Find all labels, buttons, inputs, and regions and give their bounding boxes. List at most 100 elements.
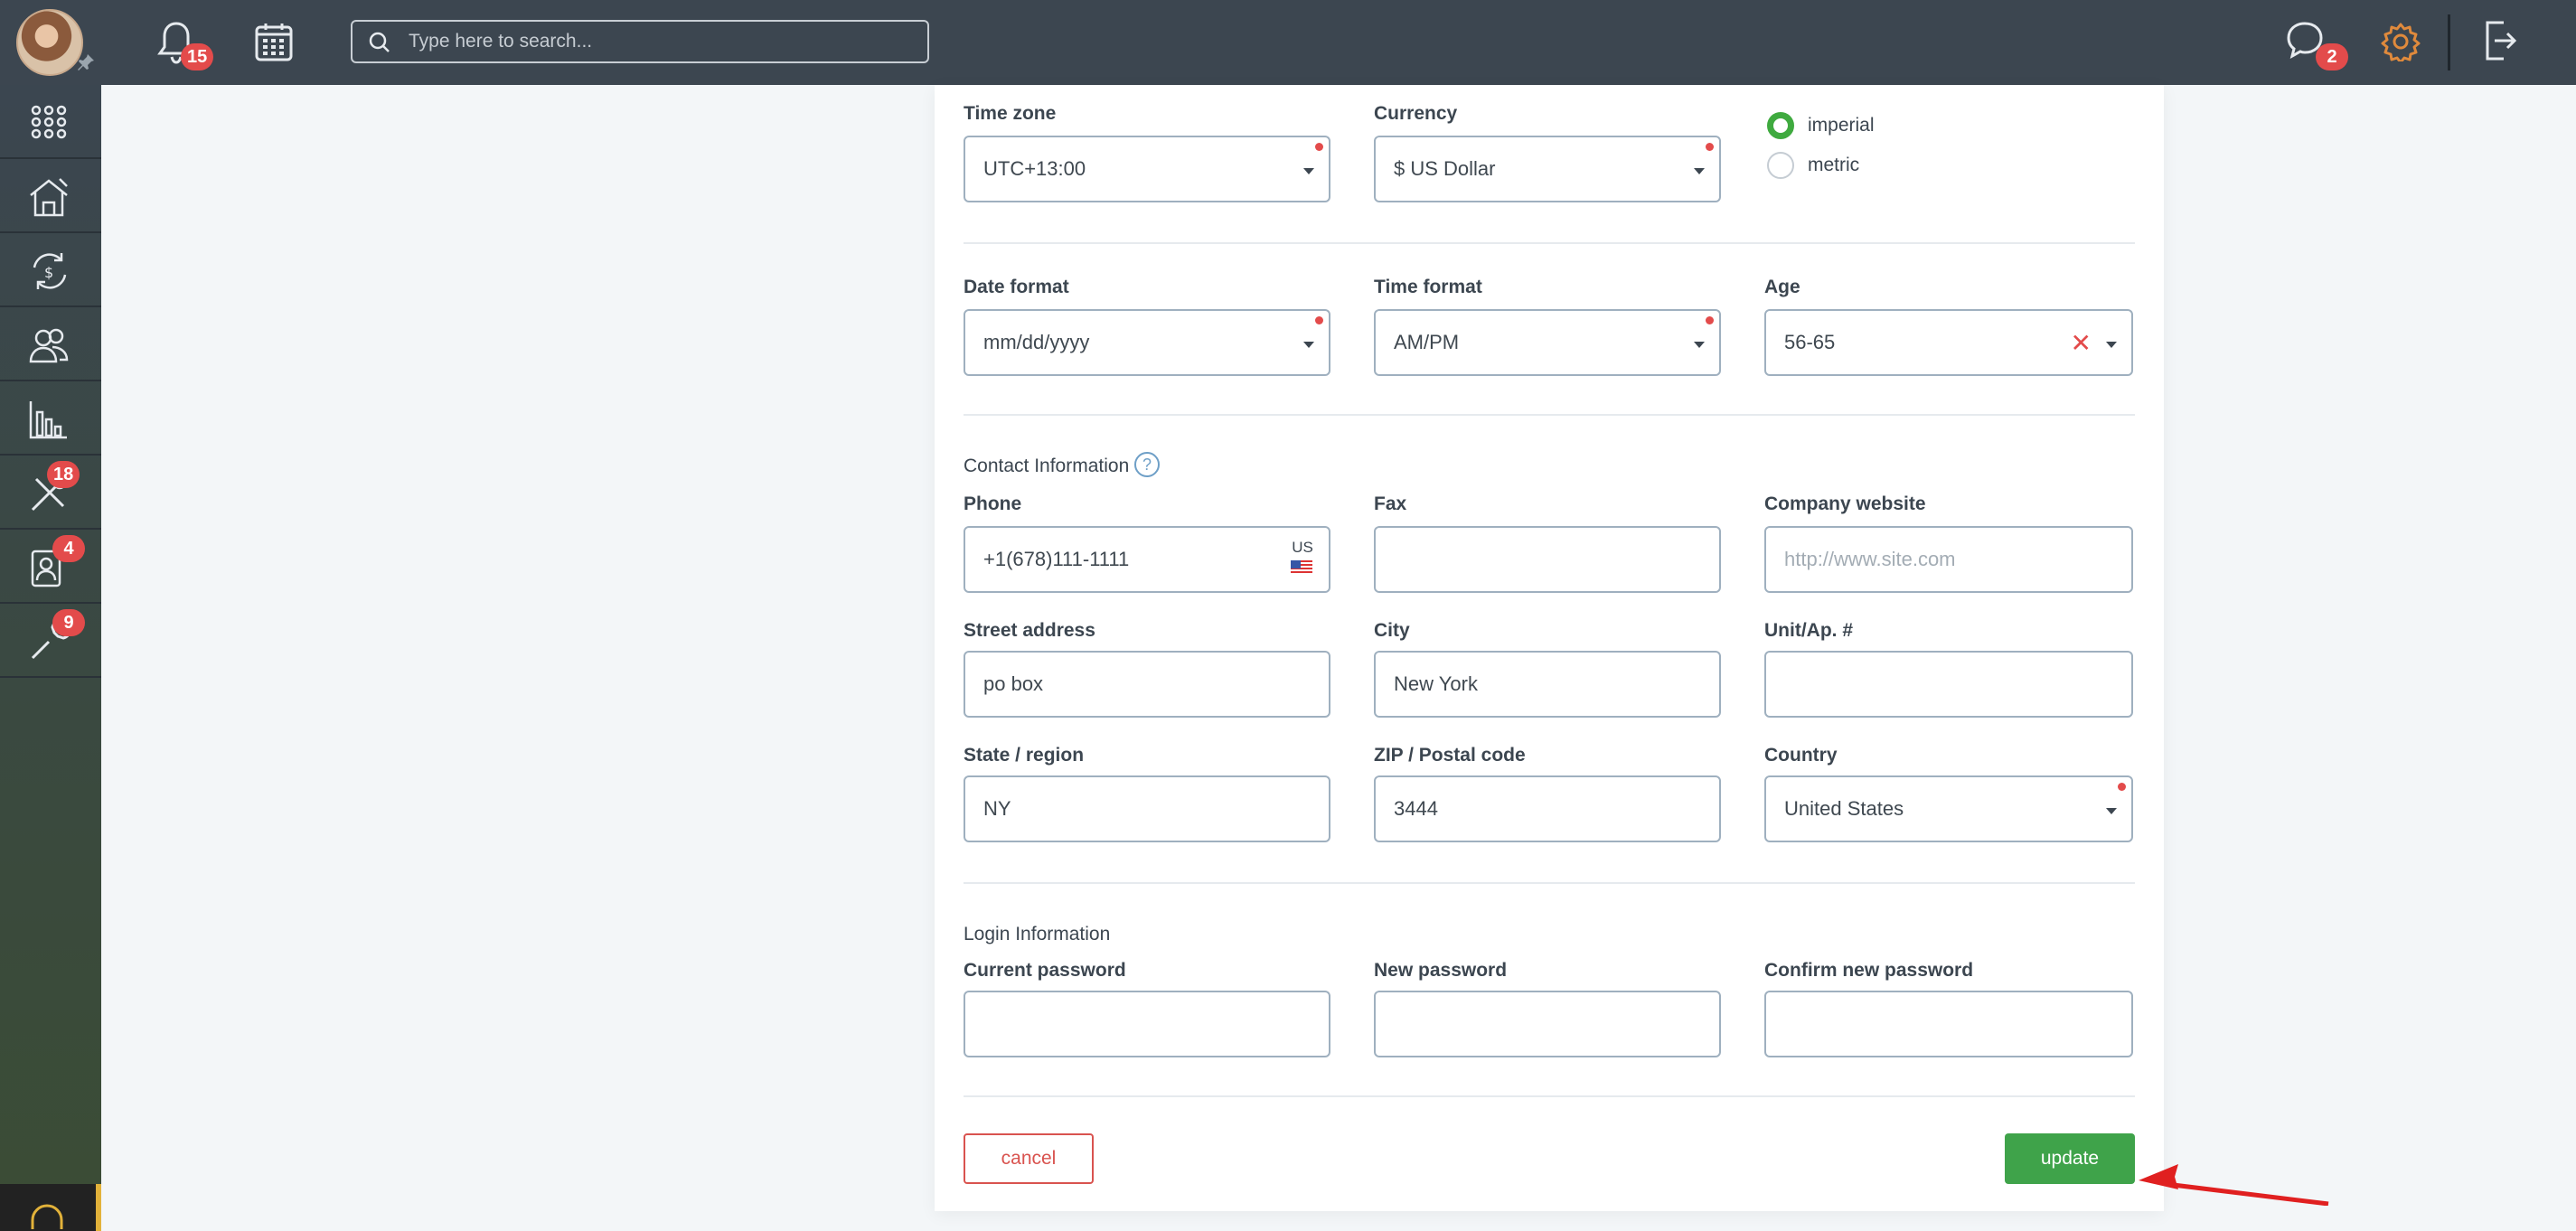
users-icon	[29, 328, 69, 363]
chevron-down-icon	[1694, 168, 1705, 174]
messages-badge: 2	[2316, 43, 2348, 70]
date-format-select[interactable]: mm/dd/yyyy	[964, 309, 1330, 376]
sidebar-item-users[interactable]	[0, 307, 101, 381]
required-dot	[1706, 316, 1714, 324]
sidebar-item-finance[interactable]: $	[0, 233, 101, 307]
contact-info-heading: Contact Information	[964, 456, 1130, 476]
city-field[interactable]: New York	[1374, 651, 1721, 718]
zip-field[interactable]: 3444	[1374, 775, 1721, 842]
clear-x-icon[interactable]: ✕	[2071, 331, 2092, 356]
phone-value: +1(678)111-1111	[983, 548, 1130, 570]
website-placeholder: http://www.site.com	[1784, 548, 1956, 570]
state-field[interactable]: NY	[964, 775, 1330, 842]
date-format-label: Date format	[964, 277, 1069, 297]
top-bar: 15 2	[0, 0, 2576, 85]
unit-field[interactable]	[1764, 651, 2133, 718]
chevron-down-icon	[1303, 168, 1314, 174]
bar-chart-icon	[29, 401, 67, 439]
chevron-down-icon	[2106, 808, 2117, 814]
sidebar: $ 18 4 9	[0, 85, 101, 1231]
logout-icon[interactable]	[2482, 20, 2518, 61]
section-divider	[964, 882, 2135, 884]
current-password-field[interactable]	[964, 991, 1330, 1057]
chevron-down-icon	[2106, 342, 2117, 348]
search-box[interactable]	[351, 20, 929, 63]
required-dot	[2118, 783, 2126, 791]
headset-icon	[31, 1204, 63, 1229]
city-label: City	[1374, 620, 1410, 641]
settings-gear-icon[interactable]	[2381, 22, 2421, 61]
help-icon[interactable]: ?	[1134, 452, 1160, 477]
timezone-label: Time zone	[964, 103, 1057, 124]
country-select[interactable]: United States	[1764, 775, 2133, 842]
svg-text:$: $	[44, 264, 53, 281]
confirm-password-field[interactable]	[1764, 991, 2133, 1057]
house-icon	[30, 178, 68, 217]
sidebar-item-tools[interactable]: 18	[0, 456, 101, 530]
fax-label: Fax	[1374, 493, 1407, 514]
state-value: NY	[983, 797, 1011, 820]
confirm-password-label: Confirm new password	[1764, 960, 1974, 981]
search-input[interactable]	[409, 29, 915, 54]
timezone-value: UTC+13:00	[983, 157, 1086, 180]
zip-label: ZIP / Postal code	[1374, 745, 1526, 766]
apps-grid-icon	[31, 105, 67, 139]
maintenance-badge: 9	[52, 609, 85, 636]
zip-value: 3444	[1394, 797, 1438, 820]
money-cycle-icon: $	[33, 253, 67, 289]
sidebar-item-apps[interactable]	[0, 85, 101, 159]
currency-label: Currency	[1374, 103, 1458, 124]
state-label: State / region	[964, 745, 1085, 766]
phone-label: Phone	[964, 493, 1022, 514]
login-info-heading: Login Information	[964, 924, 1111, 944]
unit-label: Unit/Ap. #	[1764, 620, 1853, 641]
us-flag-icon[interactable]: US	[1291, 539, 1314, 575]
notifications-badge: 15	[181, 43, 214, 70]
user-avatar[interactable]	[16, 9, 83, 76]
pin-icon[interactable]	[76, 52, 96, 72]
time-format-value: AM/PM	[1394, 331, 1460, 353]
country-label: Country	[1764, 745, 1838, 766]
street-label: Street address	[964, 620, 1095, 641]
country-code: US	[1292, 539, 1313, 556]
time-format-select[interactable]: AM/PM	[1374, 309, 1721, 376]
website-field[interactable]: http://www.site.com	[1764, 526, 2133, 593]
fax-field[interactable]	[1374, 526, 1721, 593]
sidebar-item-contacts[interactable]: 4	[0, 530, 101, 604]
search-icon	[369, 32, 390, 52]
support-button[interactable]	[0, 1184, 101, 1231]
street-value: po box	[983, 672, 1044, 695]
new-password-field[interactable]	[1374, 991, 1721, 1057]
chevron-down-icon	[1303, 342, 1314, 348]
metric-radio[interactable]	[1767, 152, 1794, 179]
update-button[interactable]: update	[2005, 1133, 2135, 1184]
messages-button[interactable]: 2	[2285, 20, 2348, 74]
section-divider	[964, 242, 2135, 244]
notifications-button[interactable]: 15	[155, 18, 219, 72]
required-dot	[1315, 316, 1323, 324]
timezone-select[interactable]: UTC+13:00	[964, 136, 1330, 202]
annotation-arrow-icon	[2139, 1164, 2329, 1206]
sidebar-item-maintenance[interactable]: 9	[0, 604, 101, 678]
sidebar-item-reports[interactable]	[0, 381, 101, 456]
age-label: Age	[1764, 277, 1800, 297]
country-value: United States	[1784, 797, 1904, 820]
section-divider	[964, 414, 2135, 416]
street-field[interactable]: po box	[964, 651, 1330, 718]
date-format-value: mm/dd/yyyy	[983, 331, 1090, 353]
age-select[interactable]: 56-65 ✕	[1764, 309, 2133, 376]
section-divider	[964, 1095, 2135, 1097]
current-password-label: Current password	[964, 960, 1126, 981]
imperial-label: imperial	[1808, 115, 1875, 136]
currency-select[interactable]: $ US Dollar	[1374, 136, 1721, 202]
tools-badge: 18	[47, 461, 80, 488]
sidebar-item-home[interactable]	[0, 159, 101, 233]
website-label: Company website	[1764, 493, 1926, 514]
time-format-label: Time format	[1374, 277, 1482, 297]
calendar-icon[interactable]	[255, 22, 293, 61]
imperial-radio[interactable]	[1767, 112, 1794, 139]
cancel-button[interactable]: cancel	[964, 1133, 1094, 1184]
phone-field[interactable]: +1(678)111-1111 US	[964, 526, 1330, 593]
required-dot	[1315, 143, 1323, 151]
required-dot	[1706, 143, 1714, 151]
